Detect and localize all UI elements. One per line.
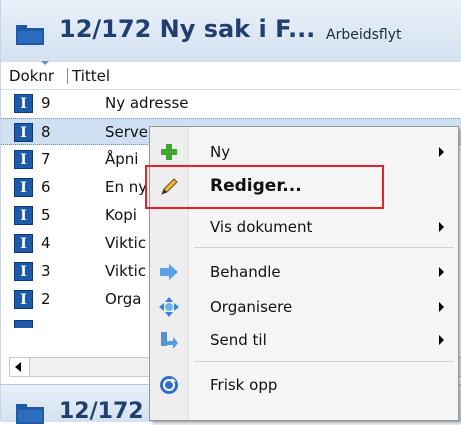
row-doknr: 5 [41,206,51,224]
menu-item-label: Ny [210,143,231,161]
incoming-doc-icon: I [14,262,33,281]
table-row[interactable]: I 9 Ny adresse [1,90,461,117]
menu-item-label: Behandle [210,263,281,281]
menu-item-vis-dokument[interactable]: Vis dokument [150,210,458,244]
menu-item-send-til[interactable]: Send til [150,323,458,357]
submenu-arrow-icon [439,335,444,345]
row-title: Åpni [105,150,139,168]
move-icon [159,297,179,317]
folder-icon [16,25,44,45]
row-title: Viktic [105,234,147,252]
menu-item-label: Frisk opp [210,376,278,394]
incoming-doc-icon: I [14,123,33,142]
menu-item-label: Send til [210,331,267,349]
row-title: Kopi [105,206,137,224]
row-doknr: 9 [41,94,51,112]
menu-item-ny[interactable]: Ny [150,135,458,169]
incoming-doc-icon [14,320,33,328]
menu-item-organisere[interactable]: Organisere [150,290,458,324]
incoming-doc-icon: I [14,94,33,113]
scroll-left-arrow-icon [15,362,21,372]
submenu-arrow-icon [439,147,444,157]
row-title: Viktic [105,262,147,280]
panel-title: 12/172 Ny sak i F... [59,15,316,43]
menu-item-label: Organisere [210,298,293,316]
panel-header[interactable]: 12/172 Ny sak i F... Arbeidsflyt [1,0,461,63]
row-doknr: 6 [41,178,51,196]
second-panel-title: 12/172 [59,399,144,424]
row-doknr: 4 [41,234,51,252]
menu-separator [194,247,454,248]
incoming-doc-icon: I [14,150,33,169]
plus-icon [161,144,177,160]
menu-item-frisk-opp[interactable]: Frisk opp [150,368,458,402]
column-header: Doknr Tittel [1,61,461,90]
column-separator[interactable] [67,68,68,84]
highlight-box [145,165,384,209]
panel-subtitle: Arbeidsflyt [326,27,402,43]
folder-icon [16,404,44,424]
arrow-right-icon [160,264,178,280]
submenu-arrow-icon [439,222,444,232]
row-doknr: 8 [41,123,51,141]
incoming-doc-icon: I [14,290,33,309]
row-title: Ny adresse [105,94,189,112]
row-title: En ny [105,178,148,196]
incoming-doc-icon: I [14,178,33,197]
sort-indicator-icon [41,61,49,65]
scroll-left-button[interactable] [10,358,30,376]
menu-item-behandle[interactable]: Behandle [150,255,458,289]
submenu-arrow-icon [439,267,444,277]
row-doknr: 2 [41,290,51,308]
row-doknr: 7 [41,150,51,168]
menu-separator [194,361,454,362]
row-doknr: 3 [41,262,51,280]
column-tittel[interactable]: Tittel [72,67,110,85]
refresh-icon [160,376,178,394]
incoming-doc-icon: I [14,234,33,253]
row-title: Orga [105,290,142,308]
send-icon [161,332,178,349]
menu-item-label: Vis dokument [210,218,313,236]
incoming-doc-icon: I [14,206,33,225]
row-title: Serve [105,123,149,141]
submenu-arrow-icon [439,302,444,312]
column-doknr[interactable]: Doknr [9,67,54,85]
